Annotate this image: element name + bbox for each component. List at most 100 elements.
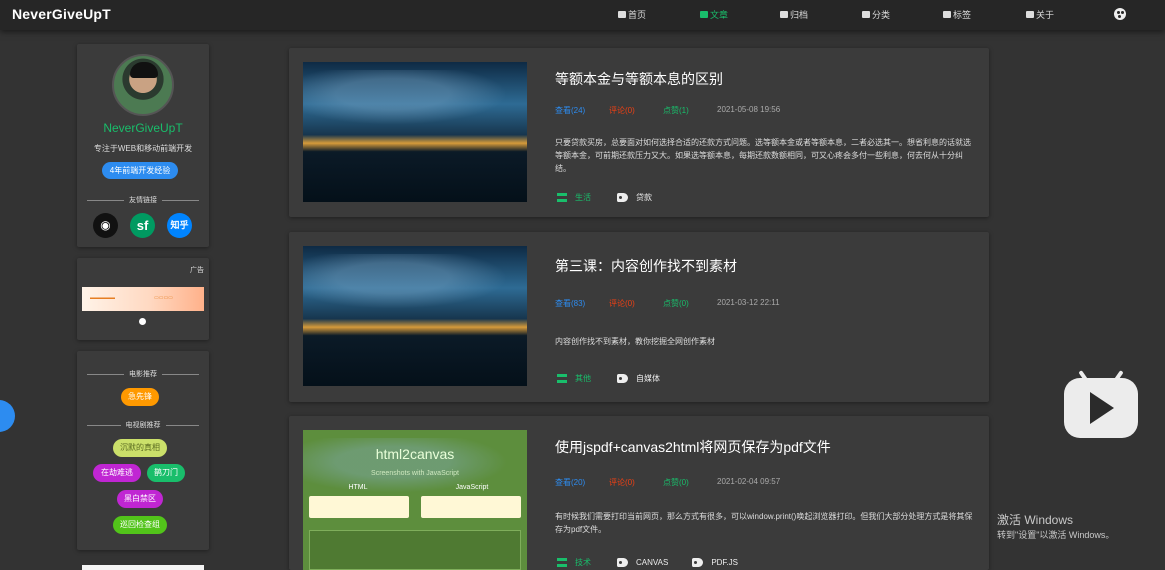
profile-card: NeverGiveUpT 专注于WEB和移动前端开发 4年前端开发经验 友情链接… <box>77 44 209 247</box>
article-thumbnail[interactable] <box>303 62 527 202</box>
publish-date: 2021-05-08 19:56 <box>717 105 781 114</box>
article-footer: 技术 CANVAS PDF.JS <box>557 557 762 568</box>
article-tag[interactable]: 贷款 <box>636 192 652 203</box>
play-icon <box>1090 392 1114 424</box>
article-title[interactable]: 第三课：内容创作找不到素材 <box>555 256 737 276</box>
article-card[interactable]: 第三课：内容创作找不到素材 查看(83) 评论(0) 点赞(0) 2021-03… <box>289 232 989 402</box>
tv-tag[interactable]: 鹊刀门 <box>147 464 185 482</box>
nav-label: 分类 <box>872 10 891 20</box>
home-icon <box>618 11 626 18</box>
like-count: 点赞(0) <box>663 478 689 487</box>
article-tag[interactable]: PDF.JS <box>711 558 738 567</box>
article-tag[interactable]: CANVAS <box>636 558 668 567</box>
document-icon <box>700 11 708 18</box>
publish-date: 2021-02-04 09:57 <box>717 477 781 486</box>
article-thumbnail[interactable]: html2canvas Screenshots with JavaScript … <box>303 430 527 570</box>
tag-icon <box>617 558 628 567</box>
nav-home[interactable]: 首页 <box>618 8 646 21</box>
site-brand[interactable]: NeverGiveUpT <box>12 6 111 22</box>
recommend-card: 电影推荐 急先锋 电视剧推荐 沉默的真相 在劫难逃 鹊刀门 黑白禁区 巡回检查组 <box>77 351 209 550</box>
article-tag[interactable]: 自媒体 <box>636 373 660 384</box>
category-icon <box>557 558 567 567</box>
tv-tag[interactable]: 在劫难逃 <box>93 464 141 482</box>
comment-count: 评论(0) <box>609 299 635 308</box>
tv-rec-title: 电视剧推荐 <box>87 420 199 430</box>
thumb-title: html2canvas <box>375 446 455 462</box>
movie-rec-title-text: 电影推荐 <box>129 371 157 378</box>
movie-tag[interactable]: 急先锋 <box>121 388 159 406</box>
article-summary: 内容创作找不到素材，教你挖掘全网创作素材 <box>555 337 715 346</box>
links-title-text: 友情链接 <box>129 197 157 204</box>
article-card[interactable]: html2canvas Screenshots with JavaScript … <box>289 416 989 570</box>
like-count: 点赞(1) <box>663 106 689 115</box>
segmentfault-icon[interactable]: sf <box>130 213 155 238</box>
article-thumbnail[interactable] <box>303 246 527 386</box>
nav-label: 关于 <box>1036 10 1055 20</box>
archive-icon <box>780 11 788 18</box>
category-icon <box>557 374 567 383</box>
tv-tag[interactable]: 巡回检查组 <box>113 516 167 534</box>
article-footer: 其他 自媒体 <box>557 373 684 384</box>
article-category[interactable]: 生活 <box>575 192 591 203</box>
thumb-subtitle: Screenshots with JavaScript <box>371 470 459 477</box>
article-category[interactable]: 技术 <box>575 557 591 568</box>
view-count: 查看(83) <box>555 299 586 308</box>
tag-icon <box>692 558 704 567</box>
category-icon <box>557 193 567 202</box>
tv-tag[interactable]: 沉默的真相 <box>113 439 167 457</box>
profile-name: NeverGiveUpT <box>103 121 183 135</box>
publish-date: 2021-03-12 22:11 <box>717 298 780 307</box>
article-title[interactable]: 使用jspdf+canvas2html将网页保存为pdf文件 <box>555 437 831 457</box>
next-card-edge <box>82 565 204 570</box>
ad-banner[interactable]: ▬▬▬▬▬ ▭▭▭▭ <box>82 287 204 311</box>
thumb-col-js: JavaScript <box>455 484 489 491</box>
article-summary: 有时候我们需要打印当前网页，那么方式有很多，可以window.print()唤起… <box>555 512 973 534</box>
article-summary: 只要贷款买房，总要面对如何选择合适的还款方式问题。选等额本金或者等额本息，二者必… <box>555 138 971 173</box>
category-icon <box>862 11 870 18</box>
thumb-preview-panel <box>309 530 521 570</box>
thumb-code-box <box>309 496 409 518</box>
comment-count: 评论(0) <box>609 106 635 115</box>
ad-card: 广告 ▬▬▬▬▬ ▭▭▭▭ <box>77 258 209 340</box>
top-nav: NeverGiveUpT 首页 文章 归档 分类 标签 关于 <box>0 0 1165 30</box>
nav-label: 文章 <box>710 10 729 20</box>
windows-watermark-sub: 转到"设置"以激活 Windows。 <box>997 530 1115 540</box>
nav-label: 首页 <box>628 10 647 20</box>
nav-about[interactable]: 关于 <box>1026 8 1054 21</box>
view-count: 查看(24) <box>555 106 586 115</box>
tag-icon <box>943 11 951 18</box>
profile-description: 专注于WEB和移动前端开发 <box>93 144 193 153</box>
article-footer: 生活 贷款 <box>557 192 676 203</box>
thumb-col-html: HTML <box>348 484 368 491</box>
nav-archive[interactable]: 归档 <box>780 8 808 21</box>
nav-tags[interactable]: 标签 <box>943 8 971 21</box>
article-card[interactable]: 等额本金与等额本息的区别 查看(24) 评论(0) 点赞(1) 2021-05-… <box>289 48 989 217</box>
nav-label: 归档 <box>790 10 809 20</box>
carousel-dot[interactable] <box>139 318 146 325</box>
zhihu-icon[interactable]: 知乎 <box>167 213 192 238</box>
view-count: 查看(20) <box>555 478 586 487</box>
floating-play-button[interactable] <box>1064 368 1138 438</box>
experience-badge: 4年前端开发经验 <box>102 162 178 179</box>
floating-side-button[interactable] <box>0 400 15 432</box>
user-icon <box>1026 11 1034 18</box>
article-meta: 查看(83) 评论(0) 点赞(0) 2021-03-12 22:11 <box>555 298 797 309</box>
article-title[interactable]: 等额本金与等额本息的区别 <box>555 69 723 89</box>
article-category[interactable]: 其他 <box>575 373 591 384</box>
github-icon[interactable]: ◉ <box>93 213 118 238</box>
article-meta: 查看(20) 评论(0) 点赞(0) 2021-02-04 09:57 <box>555 477 797 488</box>
tv-tag[interactable]: 黑白禁区 <box>117 490 163 508</box>
nav-category[interactable]: 分类 <box>862 8 890 21</box>
nav-articles[interactable]: 文章 <box>700 8 728 21</box>
avatar <box>112 54 174 116</box>
palette-icon[interactable] <box>1114 8 1126 20</box>
tag-icon <box>617 374 628 383</box>
tv-rec-title-text: 电视剧推荐 <box>125 422 161 429</box>
movie-rec-title: 电影推荐 <box>87 369 199 379</box>
ad-label: 广告 <box>190 267 204 274</box>
like-count: 点赞(0) <box>663 299 689 308</box>
comment-count: 评论(0) <box>609 478 635 487</box>
tag-icon <box>617 193 628 202</box>
thumb-code-box <box>421 496 521 518</box>
links-title: 友情链接 <box>87 195 199 205</box>
